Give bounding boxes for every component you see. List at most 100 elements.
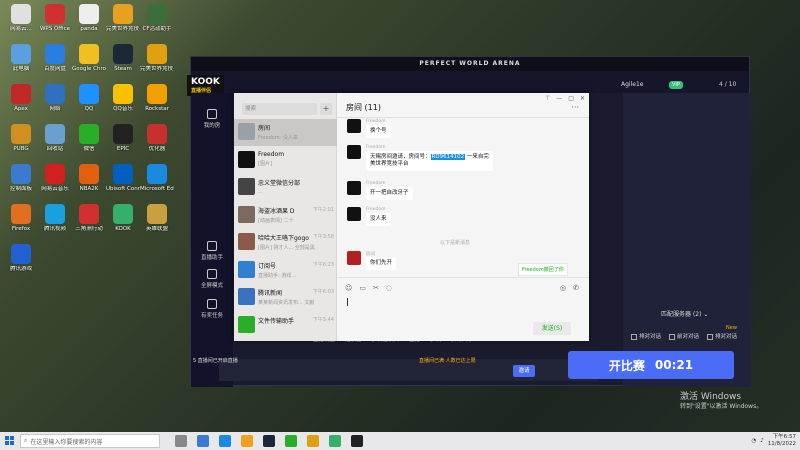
desktop-icon[interactable]: NBA2K <box>72 164 106 192</box>
taskbar-app-icon[interactable] <box>329 435 341 447</box>
pin-icon[interactable]: ⊤ <box>545 95 550 102</box>
desktop-icon[interactable]: 回收站 <box>38 124 72 152</box>
chat-list-item[interactable]: 腾讯新闻 某某新闻资讯发布... 文献 下午6:03 <box>234 284 337 311</box>
desktop-icon[interactable]: 完美世界竞技平台 <box>106 4 140 32</box>
message-input[interactable]: ☺ ▭ ✂ ◌ ◎ ✆ 发送(S) <box>337 277 589 341</box>
close-icon[interactable]: ✕ <box>580 95 585 102</box>
desktop-icon[interactable]: 腾讯视频 <box>38 204 72 232</box>
app-icon <box>113 124 133 144</box>
desktop-icon[interactable]: WPS Office <box>38 4 72 32</box>
taskbar-app-icon[interactable] <box>197 435 209 447</box>
emoji-icon[interactable]: ☺ <box>345 284 352 292</box>
windows-start-icon[interactable] <box>0 432 20 450</box>
search-input[interactable]: 搜索 <box>242 103 317 115</box>
desktop-icon[interactable]: 网易云音乐 <box>38 164 72 192</box>
region-select[interactable]: 匹配服务器 (2) ⌄ <box>661 309 800 318</box>
desktop-icon[interactable]: Apex <box>4 84 38 112</box>
voice-call-icon[interactable]: ◎ <box>560 284 566 292</box>
clock[interactable]: 下午6:57 11/8/2022 <box>768 434 796 448</box>
option-1[interactable]: 排对对话 <box>631 332 661 340</box>
desktop-icon[interactable]: panda <box>72 4 106 32</box>
username: Agile1e <box>621 81 644 88</box>
desktop-icon[interactable]: QQ <box>72 84 106 112</box>
app-icon <box>79 4 99 24</box>
desktop-icon[interactable]: Steam <box>106 44 140 72</box>
folder-icon[interactable]: ▭ <box>359 284 366 292</box>
app-icon <box>11 244 31 264</box>
desktop-icon[interactable]: EPIC <box>106 124 140 152</box>
app-icon <box>79 204 99 224</box>
desktop-icon[interactable]: Microsoft Edge <box>140 164 174 192</box>
taskbar-app-icon[interactable] <box>351 435 363 447</box>
app-icon <box>113 84 133 104</box>
desktop-icon[interactable]: PUBG <box>4 124 38 152</box>
more-icon[interactable]: ··· <box>571 103 579 112</box>
chat-history-icon[interactable]: ◌ <box>386 284 392 292</box>
taskbar-app-icon[interactable] <box>307 435 319 447</box>
desktop-icon-label: 此电脑 <box>12 66 30 72</box>
desktop-icon-label: 优化器 <box>148 146 166 152</box>
sidebar-item-assistant[interactable]: 直播助手 <box>193 241 231 261</box>
taskbar-app-icon[interactable] <box>263 435 275 447</box>
desktop-icon[interactable]: 网易云... <box>4 4 38 32</box>
desktop-icon[interactable]: 完美世界竞技平台 <box>140 44 174 72</box>
volume-icon[interactable]: ♪ <box>760 438 764 444</box>
chat-preview: 某某新闻资讯发布... 文献 <box>258 300 315 306</box>
network-icon[interactable]: ◔ <box>751 438 756 444</box>
sidebar-item-fullscreen[interactable]: 全屏模式 <box>193 269 231 289</box>
chat-list-item[interactable]: 房间 Freedom: 没人来 <box>234 119 337 146</box>
match-options: 排对对话 前对对话 排对对话 <box>631 332 737 340</box>
window-controls: ⊤ — □ ✕ <box>545 95 585 102</box>
desktop-icon[interactable]: Rockstar <box>140 84 174 112</box>
chat-list-item[interactable]: 海盗冰酒果 D [动画表情] 二十 下午2:01 <box>234 202 337 229</box>
app-icon <box>45 44 65 64</box>
desktop-icon[interactable]: Google Chrome <box>72 44 106 72</box>
taskbar-app-icon[interactable] <box>175 435 187 447</box>
chat-list-item[interactable]: 文件传输助手 下午5:44 <box>234 312 337 339</box>
desktop-icon[interactable]: CF活动助手 <box>140 4 174 32</box>
desktop-icon-label: QQ <box>84 106 94 112</box>
desktop-icon[interactable]: Ubisoft Connect <box>106 164 140 192</box>
chat-list-item[interactable]: 哈哈大王咯下gogo [图片] 刚才人... 全部是黑 下午3:58 <box>234 229 337 256</box>
taskbar-search-input[interactable]: ⌕ 在这里输入你要搜索的内容 <box>20 434 160 448</box>
option-2[interactable]: 前对对话 <box>669 332 699 340</box>
scissors-icon[interactable]: ✂ <box>373 284 379 292</box>
sidebar-item-tasks[interactable]: 有奖任务 <box>193 299 231 319</box>
desktop-icon[interactable]: 百度网盘 <box>38 44 72 72</box>
chat-preview: [图片] <box>258 160 272 167</box>
desktop-icon[interactable]: 此电脑 <box>4 44 38 72</box>
desktop-icon[interactable]: 腾讯游戏 <box>4 244 38 272</box>
desktop-icon[interactable]: 优化器 <box>140 124 174 152</box>
chat-list-item[interactable]: 忠义堂微信分部... <box>234 174 337 201</box>
desktop-icon[interactable]: Firefox <box>4 204 38 232</box>
app-icon <box>45 4 65 24</box>
phone-icon[interactable]: ✆ <box>573 284 579 292</box>
invite-button[interactable]: 邀请 <box>513 365 535 377</box>
option-3[interactable]: 排对对话 <box>707 332 737 340</box>
add-chat-button[interactable]: + <box>320 103 332 115</box>
taskbar-app-icon[interactable] <box>219 435 231 447</box>
wechat-window[interactable]: 搜索 + 房间 Freedom: 没人来 Freedom [图片] 忠义堂微信分部...… <box>234 93 589 341</box>
desktop-icon[interactable]: 网络 <box>38 84 72 112</box>
desktop-icon[interactable]: 三角洲行动 <box>72 204 106 232</box>
desktop-icon[interactable]: 微信 <box>72 124 106 152</box>
desktop-icon[interactable]: KOOK <box>106 204 140 232</box>
minimize-icon[interactable]: — <box>556 95 562 102</box>
sidebar-item-room[interactable]: 我的房 <box>193 109 231 129</box>
desktop-icon[interactable]: 控制面板 <box>4 164 38 192</box>
chat-list-item[interactable]: 订阅号 直播助手: 游戏... 下午6:23 <box>234 257 337 284</box>
desktop-icon-label: Apex <box>14 106 28 112</box>
send-button[interactable]: 发送(S) <box>533 322 571 335</box>
desktop-icon[interactable]: QQ音乐 <box>106 84 140 112</box>
desktop-icon-label: NBA2K <box>79 186 99 192</box>
desktop-icon[interactable]: 英雄联盟 <box>140 204 174 232</box>
desktop-icon-label: 腾讯视频 <box>43 226 66 232</box>
system-tray: ◔ ♪ 下午6:57 11/8/2022 <box>751 432 796 450</box>
app-icon <box>147 124 167 144</box>
search-icon: ⌕ <box>24 437 28 444</box>
taskbar-app-icon[interactable] <box>241 435 253 447</box>
chat-list-item[interactable]: Freedom [图片] <box>234 147 337 174</box>
taskbar-app-icon[interactable] <box>285 435 297 447</box>
start-match-button[interactable]: 开比赛 00:21 <box>568 351 734 379</box>
maximize-icon[interactable]: □ <box>568 95 574 102</box>
